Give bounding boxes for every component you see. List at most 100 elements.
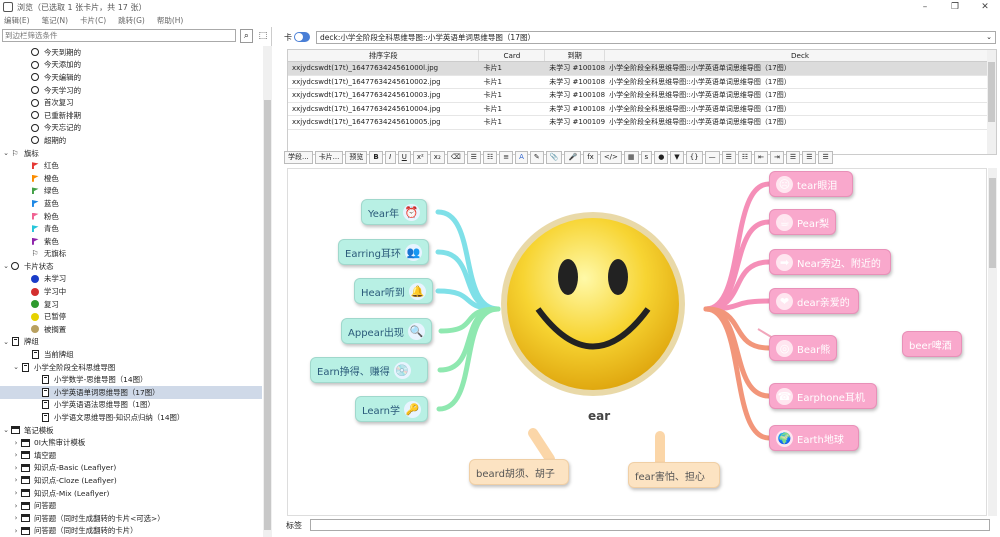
table-row[interactable]: xxjydcswdt(17t)_16477634245610003.jpg 卡片1… xyxy=(288,89,996,103)
format-button[interactable]: ☰ xyxy=(818,150,833,164)
sidebar-item[interactable]: 被搁置 xyxy=(0,323,262,336)
collapse-arrow-icon[interactable]: › xyxy=(12,514,20,522)
format-button[interactable]: ⇤ xyxy=(754,150,769,164)
format-button[interactable]: I xyxy=(384,150,396,164)
format-button[interactable]: U xyxy=(397,150,411,164)
sidebar-item[interactable]: 今天学习的 xyxy=(0,84,262,97)
search-icon[interactable]: ⌕ xyxy=(240,28,253,43)
format-button[interactable]: </> xyxy=(599,150,622,164)
sidebar-item[interactable]: 首次复习 xyxy=(0,96,262,109)
expand-arrow-icon[interactable]: ⌄ xyxy=(2,149,10,157)
format-button[interactable]: ☰ xyxy=(721,150,736,164)
expand-arrow-icon[interactable]: ⌄ xyxy=(2,262,10,270)
collapse-arrow-icon[interactable]: › xyxy=(12,527,20,535)
table-row[interactable]: xxjydcswdt(17t)_16477634245610005.jpg 卡片1… xyxy=(288,116,996,130)
minimize-button[interactable]: – xyxy=(910,0,940,14)
format-button[interactable]: {} xyxy=(685,150,703,164)
table-scrollbar[interactable] xyxy=(987,50,996,154)
format-button[interactable]: ≡ xyxy=(499,150,514,164)
table-row[interactable]: xxjydcswdt(17t)_16477634245610002.jpg 卡片1… xyxy=(288,76,996,89)
sidebar-item[interactable]: 绿色 xyxy=(0,185,262,198)
format-button[interactable]: x₂ xyxy=(429,150,445,164)
format-button[interactable]: 📎 xyxy=(545,150,563,164)
sidebar-item[interactable]: 青色 xyxy=(0,222,262,235)
collapse-arrow-icon[interactable]: › xyxy=(12,464,20,472)
toolbar-field-button[interactable]: 学段... xyxy=(284,150,313,164)
sidebar-item[interactable]: › 知识点-Cloze (Leaflyer) xyxy=(0,474,262,487)
expand-arrow-icon[interactable]: ⌄ xyxy=(2,426,10,434)
sidebar-item[interactable]: ⌄ 卡片状态 xyxy=(0,260,262,273)
sidebar-item[interactable]: 紫色 xyxy=(0,235,262,248)
format-button[interactable]: ▼ xyxy=(670,150,684,164)
sidebar-item[interactable]: › 填空题 xyxy=(0,449,262,462)
collapse-arrow-icon[interactable]: › xyxy=(12,502,20,510)
format-button[interactable]: ● xyxy=(654,150,669,164)
sidebar-item[interactable]: › 知识点-Basic (Leaflyer) xyxy=(0,462,262,475)
expand-arrow-icon[interactable]: ⌄ xyxy=(2,338,10,346)
sidebar-item[interactable]: › 0I大熊审计模板 xyxy=(0,436,262,449)
menu-notes[interactable]: 笔记(N) xyxy=(42,15,68,26)
browser-search-input[interactable]: deck:小学全阶段全科思维导图::小学英语单词思维导图（17图） ⌄ xyxy=(316,30,996,44)
col-sort-field[interactable]: 排序字段 xyxy=(288,50,480,61)
sidebar-item[interactable]: 已重新排期 xyxy=(0,109,262,122)
collapse-arrow-icon[interactable]: › xyxy=(12,489,20,497)
format-button[interactable]: ⇥ xyxy=(770,150,784,164)
menu-cards[interactable]: 卡片(C) xyxy=(80,15,106,26)
sidebar-scrollbar[interactable] xyxy=(263,46,272,537)
sidebar-item[interactable]: 当前牌组 xyxy=(0,348,262,361)
collapse-arrow-icon[interactable]: › xyxy=(12,439,20,447)
toolbar-field-button[interactable]: 卡片... xyxy=(314,150,344,164)
sidebar-item[interactable]: 超期的 xyxy=(0,134,262,147)
close-button[interactable]: ✕ xyxy=(970,0,1000,14)
format-button[interactable]: ▦ xyxy=(623,150,639,164)
sidebar-item[interactable]: › 问答题 xyxy=(0,499,262,512)
sidebar-item[interactable]: 小学英语语法思维导图（1图） xyxy=(0,399,262,412)
sidebar-item[interactable]: 小学英语单词思维导图（17图） xyxy=(0,386,262,399)
sidebar-item[interactable]: ⌄ 牌组 xyxy=(0,336,262,349)
sidebar-item[interactable]: 未学习 xyxy=(0,273,262,286)
format-button[interactable]: ☰ xyxy=(802,150,817,164)
format-button[interactable]: 🎤 xyxy=(564,150,582,164)
col-due[interactable]: 到期 xyxy=(545,50,606,61)
col-deck[interactable]: Deck xyxy=(605,50,996,61)
menu-edit[interactable]: 编辑(E) xyxy=(4,15,30,26)
toolbar-field-button[interactable]: 预览 xyxy=(345,150,368,164)
sidebar-item[interactable]: 今天忘记的 xyxy=(0,122,262,135)
sidebar-item[interactable]: 粉色 xyxy=(0,210,262,223)
sidebar-item[interactable]: › 问答题（同时生成翻转的卡片） xyxy=(0,525,262,537)
table-row[interactable]: xxjydcswdt(17t)_16477634245610004.jpg 卡片1… xyxy=(288,103,996,116)
format-button[interactable]: fx xyxy=(583,150,598,164)
format-button[interactable]: ⌫ xyxy=(446,150,465,164)
sidebar-item[interactable]: ⌄ 笔记模板 xyxy=(0,424,262,437)
sidebar-item[interactable]: 已暂停 xyxy=(0,310,262,323)
table-row[interactable]: xxjydcswdt(17t)_1647763424561000l.jpg 卡片1… xyxy=(288,62,996,76)
sidebar-item[interactable]: › 知识点-Mix (Leaflyer) xyxy=(0,487,262,500)
format-button[interactable]: — xyxy=(704,150,720,164)
menu-go[interactable]: 跳转(G) xyxy=(118,15,145,26)
sidebar-item[interactable]: 小学语文思维导图-知识点归纳（14图） xyxy=(0,411,262,424)
format-button[interactable]: s xyxy=(640,150,653,164)
format-button[interactable]: ☰ xyxy=(785,150,801,164)
select-tool-icon[interactable]: ⬚ xyxy=(257,29,269,43)
cards-notes-toggle[interactable] xyxy=(294,32,310,42)
sidebar-item[interactable]: 红色 xyxy=(0,159,262,172)
sidebar-item[interactable]: ⌄ 小学全阶段全科思维导图 xyxy=(0,361,262,374)
col-card[interactable]: Card xyxy=(479,50,546,61)
sidebar-item[interactable]: 蓝色 xyxy=(0,197,262,210)
tags-input[interactable] xyxy=(310,519,990,531)
sidebar-item[interactable]: 今天编辑的 xyxy=(0,71,262,84)
sidebar-item[interactable]: 今天到期的 xyxy=(0,46,262,59)
maximize-button[interactable]: ❐ xyxy=(940,0,970,14)
sidebar-item[interactable]: 小学数学-思维导图（14图） xyxy=(0,373,262,386)
format-button[interactable]: ✎ xyxy=(529,150,544,164)
sidebar-search-input[interactable] xyxy=(2,29,236,42)
format-button[interactable]: x² xyxy=(412,150,428,164)
sidebar-item[interactable]: 今天添加的 xyxy=(0,59,262,72)
editor-field[interactable]: ear Year年 ⏰ Earring耳环 👥 Hear听到 🔔 Appear出现 🔍 Earn… xyxy=(287,168,987,516)
expand-arrow-icon[interactable]: ⌄ xyxy=(12,363,20,371)
sidebar-item[interactable]: ⚐ 无旗标 xyxy=(0,248,262,261)
format-button[interactable]: ☷ xyxy=(737,150,753,164)
format-button[interactable]: ☰ xyxy=(466,150,481,164)
sidebar-item[interactable]: 橙色 xyxy=(0,172,262,185)
editor-scrollbar[interactable] xyxy=(988,168,997,516)
